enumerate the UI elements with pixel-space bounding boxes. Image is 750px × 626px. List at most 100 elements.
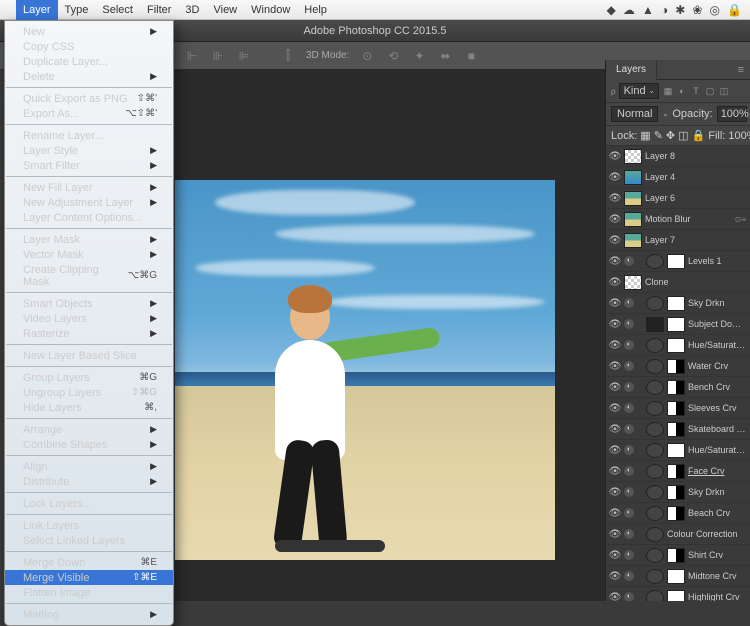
layer-row[interactable]: 👁◐Hue/Saturation 2 <box>606 440 750 461</box>
layer-row[interactable]: 👁◐Bench Crv <box>606 377 750 398</box>
layer-name[interactable]: Shirt Crv <box>688 550 746 560</box>
tray-icon[interactable]: ✱ <box>675 3 685 17</box>
layer-name[interactable]: Sky Drkn <box>688 487 746 497</box>
tray-icon[interactable]: ▲ <box>642 3 654 17</box>
menu-item-merge-visible[interactable]: Merge Visible⇧⌘E <box>5 570 173 585</box>
layer-name[interactable]: Layer 8 <box>645 151 746 161</box>
layer-mask-thumbnail[interactable] <box>667 464 685 479</box>
3d-icon[interactable]: ⬌ <box>437 48 453 64</box>
layer-thumbnail[interactable] <box>624 275 642 290</box>
layer-row[interactable]: 👁◐Highlight Crv <box>606 587 750 601</box>
layer-row[interactable]: 👁◐Shirt Crv <box>606 545 750 566</box>
opacity-input[interactable]: 100% <box>717 106 747 122</box>
menu-filter[interactable]: Filter <box>140 0 178 20</box>
layer-row[interactable]: 👁Layer 7 <box>606 230 750 251</box>
layer-thumbnail[interactable] <box>646 506 664 521</box>
layer-name[interactable]: Sky Drkn <box>688 298 746 308</box>
layer-thumbnail[interactable] <box>646 527 664 542</box>
layer-thumbnail[interactable] <box>646 338 664 353</box>
menu-item-arrange[interactable]: Arrange▶ <box>5 422 173 437</box>
layer-mask-thumbnail[interactable] <box>667 548 685 563</box>
visibility-toggle-icon[interactable]: 👁 <box>606 172 624 183</box>
3d-icon[interactable]: ⟲ <box>385 48 401 64</box>
visibility-toggle-icon[interactable]: 👁 <box>606 550 624 561</box>
layer-row[interactable]: 👁◐Skateboard Crv <box>606 419 750 440</box>
smart-filter-icon[interactable]: ⊙≡ <box>735 215 746 224</box>
filter-shape-icon[interactable]: ▢ <box>704 86 715 97</box>
layer-mask-thumbnail[interactable] <box>667 359 685 374</box>
visibility-toggle-icon[interactable]: 👁 <box>606 214 624 225</box>
menu-item-rasterize[interactable]: Rasterize▶ <box>5 326 173 341</box>
menu-item-group-layers[interactable]: Group Layers⌘G <box>5 370 173 385</box>
visibility-toggle-icon[interactable]: 👁 <box>606 235 624 246</box>
tray-icon[interactable]: ◑ <box>661 3 668 17</box>
filter-pixel-icon[interactable]: ▦ <box>662 86 673 97</box>
menu-item-smart-objects[interactable]: Smart Objects▶ <box>5 296 173 311</box>
fill-input[interactable]: 100% <box>728 130 750 142</box>
tray-icon[interactable]: ◎ <box>710 3 720 17</box>
lock-trans-icon[interactable]: ▦ <box>640 129 650 142</box>
layer-name[interactable]: Levels 1 <box>688 256 746 266</box>
visibility-toggle-icon[interactable]: 👁 <box>606 592 624 602</box>
canvas-area[interactable] <box>175 70 605 601</box>
layer-name[interactable]: Layer 4 <box>645 172 746 182</box>
filter-type-icon[interactable]: T <box>690 86 701 97</box>
menu-view[interactable]: View <box>206 0 244 20</box>
menu-item-duplicate-layer[interactable]: Duplicate Layer... <box>5 54 173 69</box>
menu-item-new[interactable]: New▶ <box>5 24 173 39</box>
tray-icon[interactable]: 🔒 <box>727 3 742 17</box>
lock-paint-icon[interactable]: ✎ <box>654 129 663 142</box>
layer-mask-thumbnail[interactable] <box>667 443 685 458</box>
layer-thumbnail[interactable] <box>646 590 664 602</box>
lock-all-icon[interactable]: 🔒 <box>692 129 706 142</box>
menu-item-create-clipping-mask[interactable]: Create Clipping Mask⌥⌘G <box>5 262 173 289</box>
layer-row[interactable]: 👁 Motion Blur⊙≡ <box>606 209 750 230</box>
menu-item-layer-style[interactable]: Layer Style▶ <box>5 143 173 158</box>
filter-adjust-icon[interactable]: ◐ <box>676 86 687 97</box>
visibility-toggle-icon[interactable]: 👁 <box>606 193 624 204</box>
lock-pos-icon[interactable]: ✥ <box>666 129 675 142</box>
layer-mask-thumbnail[interactable] <box>667 590 685 602</box>
layer-thumbnail[interactable] <box>624 191 642 206</box>
visibility-toggle-icon[interactable]: 👁 <box>606 529 624 540</box>
align-icon[interactable]: ⊩ <box>184 48 200 64</box>
layer-mask-thumbnail[interactable] <box>667 380 685 395</box>
tray-icon[interactable]: ❀ <box>692 3 702 17</box>
blend-mode-select[interactable]: Normal <box>611 106 658 122</box>
layer-row[interactable]: 👁◐Sleeves Crv <box>606 398 750 419</box>
visibility-toggle-icon[interactable]: 👁 <box>606 445 624 456</box>
layer-thumbnail[interactable] <box>646 359 664 374</box>
layer-mask-thumbnail[interactable] <box>667 569 685 584</box>
layer-name[interactable]: Midtone Crv <box>688 571 746 581</box>
layer-mask-thumbnail[interactable] <box>667 422 685 437</box>
layer-mask-thumbnail[interactable] <box>667 485 685 500</box>
menu-item-copy-css[interactable]: Copy CSS <box>5 39 173 54</box>
visibility-toggle-icon[interactable]: 👁 <box>606 277 624 288</box>
visibility-toggle-icon[interactable]: 👁 <box>606 361 624 372</box>
layers-tab[interactable]: Layers <box>606 60 657 80</box>
layer-name[interactable]: Motion Blur <box>645 214 735 224</box>
panel-menu-icon[interactable]: ≡ <box>738 64 744 76</box>
tray-icon[interactable]: ☁ <box>623 3 635 17</box>
3d-icon[interactable]: ■ <box>463 48 479 64</box>
layer-name[interactable]: Beach Crv <box>688 508 746 518</box>
menu-3d[interactable]: 3D <box>178 0 206 20</box>
menu-item-hide-layers[interactable]: Hide Layers⌘, <box>5 400 173 415</box>
layer-row[interactable]: 👁◐Beach Crv <box>606 503 750 524</box>
layer-row[interactable]: 👁◐Midtone Crv <box>606 566 750 587</box>
layer-mask-thumbnail[interactable] <box>667 317 685 332</box>
visibility-toggle-icon[interactable]: 👁 <box>606 403 624 414</box>
layer-row[interactable]: 👁◐Subject Dodge/Burn <box>606 314 750 335</box>
layer-row[interactable]: 👁◐Sky Drkn <box>606 293 750 314</box>
layer-name[interactable]: Skateboard Crv <box>688 424 746 434</box>
layer-name[interactable]: Bench Crv <box>688 382 746 392</box>
menu-type[interactable]: Type <box>58 0 96 20</box>
document-canvas[interactable] <box>175 180 555 560</box>
layer-thumbnail[interactable] <box>646 296 664 311</box>
layer-row[interactable]: 👁◐Water Crv <box>606 356 750 377</box>
menu-item-flatten-image[interactable]: Flatten Image <box>5 585 173 600</box>
layer-thumbnail[interactable] <box>624 170 642 185</box>
visibility-toggle-icon[interactable]: 👁 <box>606 466 624 477</box>
layer-thumbnail[interactable] <box>624 212 642 227</box>
menu-item-export-as[interactable]: Export As...⌥⇧⌘' <box>5 106 173 121</box>
